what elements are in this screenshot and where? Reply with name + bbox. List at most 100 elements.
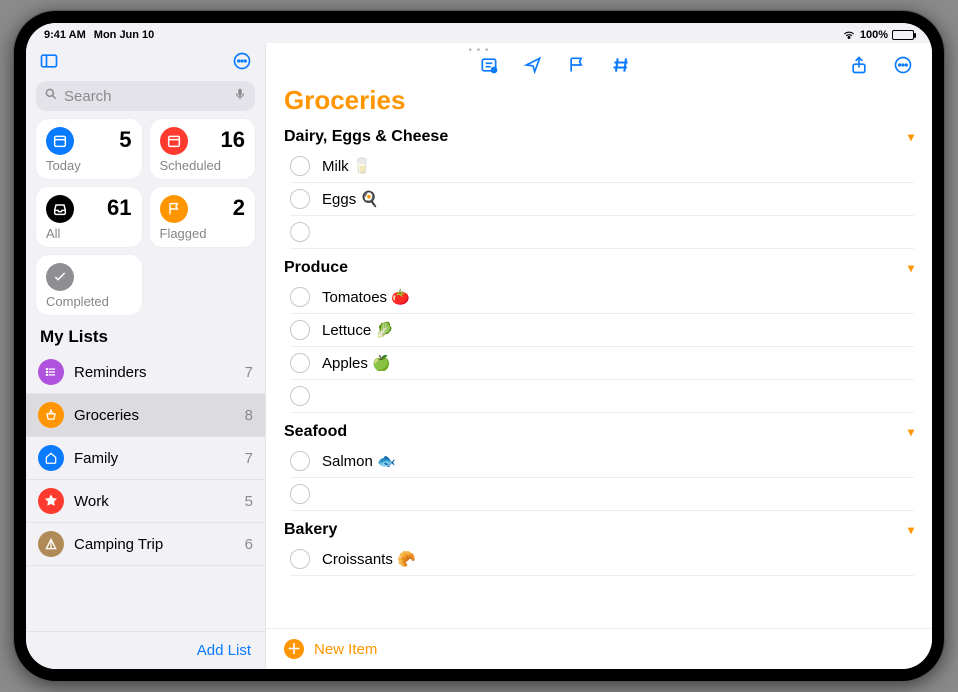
search-placeholder: Search (64, 88, 112, 105)
smart-card-completed[interactable]: Completed (36, 255, 142, 315)
reminder-row[interactable]: Apples 🍏 (290, 347, 914, 380)
battery-percent: 100% (860, 29, 888, 41)
complete-toggle[interactable] (290, 549, 310, 569)
reminder-row[interactable]: Croissants 🥐 (290, 543, 914, 576)
complete-toggle[interactable] (290, 353, 310, 373)
toolbar-location-button[interactable] (520, 53, 546, 77)
list-row-family[interactable]: Family 7 (26, 437, 265, 480)
chevron-down-icon[interactable]: ▾ (908, 425, 914, 439)
smart-label: Today (46, 158, 132, 173)
multitask-dots[interactable]: • • • (468, 45, 489, 56)
complete-toggle[interactable] (290, 156, 310, 176)
section-title: Seafood (284, 423, 347, 441)
complete-toggle[interactable] (290, 189, 310, 209)
reminder-title[interactable]: Apples 🍏 (322, 354, 391, 372)
list-row-groceries[interactable]: Groceries8 (26, 394, 265, 437)
smart-card-scheduled[interactable]: 16Scheduled (150, 119, 256, 179)
smart-label: Completed (46, 294, 132, 309)
dictate-icon[interactable] (233, 87, 247, 105)
tray-icon (46, 195, 74, 223)
toggle-sidebar-button[interactable] (36, 49, 62, 73)
battery-icon (892, 30, 914, 40)
reminder-row[interactable] (290, 478, 914, 511)
search-icon (44, 87, 58, 105)
reminder-row[interactable]: Milk 🥛 (290, 150, 914, 183)
toolbar-flag-button[interactable] (564, 53, 590, 77)
section-header[interactable]: Produce ▾ (284, 255, 914, 281)
more-button[interactable] (229, 49, 255, 73)
more-options-button[interactable] (890, 53, 916, 77)
toolbar-tag-button[interactable] (608, 53, 634, 77)
chevron-down-icon[interactable]: ▾ (908, 130, 914, 144)
list-count: 5 (245, 493, 253, 510)
status-date: Mon Jun 10 (94, 29, 155, 41)
status-bar: 9:41 AM Mon Jun 10 100% (26, 23, 932, 43)
reminder-title[interactable]: Croissants 🥐 (322, 550, 416, 568)
reminder-row[interactable]: Tomatoes 🍅 (290, 281, 914, 314)
complete-toggle[interactable] (290, 287, 310, 307)
section-header[interactable]: Bakery ▾ (284, 517, 914, 543)
list-name: Work (74, 493, 109, 510)
list-count: 7 (245, 450, 253, 467)
list-count: 6 (245, 536, 253, 553)
list-row-reminders[interactable]: Reminders 7 (26, 351, 265, 394)
reminder-title[interactable]: Salmon 🐟 (322, 452, 396, 470)
list-icon (38, 359, 64, 385)
smart-card-today[interactable]: 5 Today (36, 119, 142, 179)
section-title: Produce (284, 259, 348, 277)
status-time: 9:41 AM (44, 29, 86, 41)
search-input[interactable]: Search (36, 81, 255, 111)
calendar-icon (160, 127, 188, 155)
new-item-button[interactable]: ＋ New Item (266, 628, 932, 669)
add-list-button[interactable]: Add List (26, 631, 265, 669)
share-button[interactable] (846, 53, 872, 77)
smart-count: 61 (107, 195, 131, 221)
reminder-row[interactable]: Eggs 🍳 (290, 183, 914, 216)
list-row-camping-trip[interactable]: Camping Trip 6 (26, 523, 265, 566)
list-name: Camping Trip (74, 536, 163, 553)
reminder-title[interactable]: Tomatoes 🍅 (322, 288, 410, 306)
chevron-down-icon[interactable]: ▾ (908, 261, 914, 275)
flag-icon (160, 195, 188, 223)
section-header[interactable]: Seafood ▾ (284, 419, 914, 445)
sidebar: Search 5 Today 16Scheduled 61 All 2Flagged Com… (26, 43, 266, 669)
plus-icon: ＋ (284, 639, 304, 659)
main-pane: Groceries Dairy, Eggs & Cheese▾ Milk 🥛 Egg… (266, 43, 932, 669)
list-row-work[interactable]: Work 5 (26, 480, 265, 523)
smart-card-flagged[interactable]: 2Flagged (150, 187, 256, 247)
complete-toggle[interactable] (290, 451, 310, 471)
smart-label: Flagged (160, 226, 246, 241)
toolbar-template-button[interactable] (476, 53, 502, 77)
complete-toggle[interactable] (290, 320, 310, 340)
section-title: Bakery (284, 521, 337, 539)
tent-icon (38, 531, 64, 557)
list-count: 7 (245, 364, 253, 381)
smart-label: Scheduled (160, 158, 246, 173)
my-lists-header: My Lists (26, 315, 265, 351)
smart-card-all[interactable]: 61 All (36, 187, 142, 247)
star-icon (38, 488, 64, 514)
chevron-down-icon[interactable]: ▾ (908, 523, 914, 537)
complete-toggle[interactable] (290, 484, 310, 504)
smart-label: All (46, 226, 132, 241)
calendar-icon (46, 127, 74, 155)
reminder-row[interactable] (290, 380, 914, 413)
wifi-icon (842, 27, 856, 44)
reminder-row[interactable]: Lettuce 🥬 (290, 314, 914, 347)
house-icon (38, 445, 64, 471)
reminder-row[interactable]: Salmon 🐟 (290, 445, 914, 478)
section-produce: Produce ▾ Tomatoes 🍅 Lettuce 🥬 Apples 🍏 (284, 255, 914, 413)
complete-toggle[interactable] (290, 222, 310, 242)
reminder-title[interactable]: Eggs 🍳 (322, 190, 379, 208)
section-seafood: Seafood ▾ Salmon 🐟 (284, 419, 914, 511)
complete-toggle[interactable] (290, 386, 310, 406)
list-name: Reminders (74, 364, 147, 381)
list-name: Family (74, 450, 118, 467)
section-header[interactable]: Dairy, Eggs & Cheese▾ (284, 124, 914, 150)
reminder-title[interactable]: Lettuce 🥬 (322, 321, 394, 339)
smart-count: 5 (119, 127, 131, 153)
reminder-row[interactable] (290, 216, 914, 249)
page-title: Groceries (266, 81, 932, 124)
reminder-title[interactable]: Milk 🥛 (322, 157, 372, 175)
check-icon (46, 263, 74, 291)
